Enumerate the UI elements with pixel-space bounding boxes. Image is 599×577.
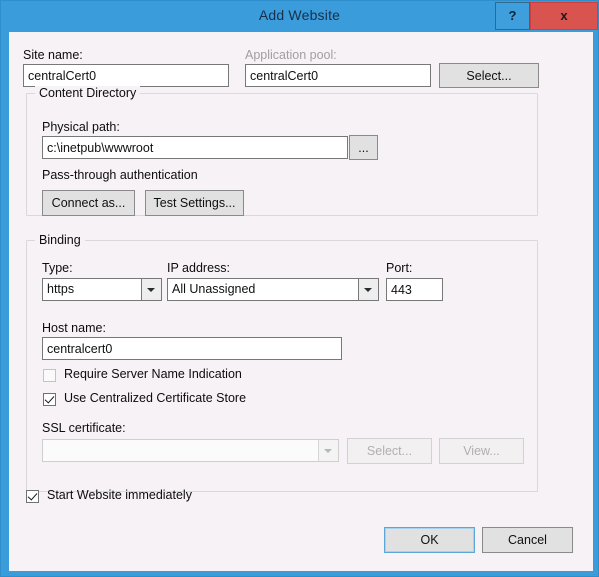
binding-ip-address-combo[interactable]: All Unassigned	[167, 278, 379, 301]
binding-type-value: https	[47, 282, 75, 296]
content-directory-group-title: Content Directory	[35, 86, 141, 100]
ok-button[interactable]: OK	[384, 527, 475, 553]
physical-path-label: Physical path:	[42, 120, 120, 134]
use-centralized-certificate-store-label: Use Centralized Certificate Store	[64, 391, 247, 405]
ssl-certificate-combo[interactable]	[42, 439, 339, 462]
binding-port-label: Port:	[386, 261, 413, 275]
start-website-immediately-label: Start Website immediately	[47, 488, 192, 502]
title-bar: Add Website ? x	[1, 1, 598, 32]
physical-path-input[interactable]	[42, 136, 348, 159]
ssl-certificate-select-button[interactable]: Select...	[347, 438, 432, 464]
help-icon[interactable]: ?	[495, 2, 530, 30]
binding-group-title: Binding	[35, 233, 85, 247]
chevron-down-icon[interactable]	[318, 440, 338, 461]
binding-ip-address-value: All Unassigned	[172, 282, 256, 296]
site-name-input[interactable]	[23, 64, 229, 87]
use-centralized-certificate-store-checkbox[interactable]	[43, 393, 56, 406]
require-sni-checkbox[interactable]	[43, 369, 56, 382]
dialog-body: Site name: Application pool: Select... C…	[9, 32, 593, 571]
binding-type-combo[interactable]: https	[42, 278, 162, 301]
add-website-dialog: Add Website ? x Site name: Application p…	[0, 0, 599, 577]
cancel-button[interactable]: Cancel	[482, 527, 573, 553]
binding-ip-address-label: IP address:	[167, 261, 231, 275]
chevron-down-icon[interactable]	[141, 279, 161, 300]
host-name-input[interactable]	[42, 337, 342, 360]
application-pool-label: Application pool:	[245, 48, 337, 62]
site-name-label: Site name:	[23, 48, 83, 62]
application-pool-input[interactable]	[245, 64, 431, 87]
chevron-down-icon[interactable]	[358, 279, 378, 300]
host-name-label: Host name:	[42, 321, 106, 335]
binding-type-label: Type:	[42, 261, 73, 275]
ssl-certificate-label: SSL certificate:	[42, 421, 126, 435]
connect-as-button[interactable]: Connect as...	[42, 190, 135, 216]
start-website-immediately-checkbox[interactable]	[26, 490, 39, 503]
require-sni-label: Require Server Name Indication	[64, 367, 242, 381]
close-icon[interactable]: x	[530, 2, 598, 30]
application-pool-select-button[interactable]: Select...	[439, 63, 539, 88]
ssl-certificate-view-button[interactable]: View...	[439, 438, 524, 464]
test-settings-button[interactable]: Test Settings...	[145, 190, 244, 216]
physical-path-browse-button[interactable]: ...	[349, 135, 378, 160]
passthrough-authentication-label: Pass-through authentication	[42, 168, 198, 182]
binding-port-input[interactable]	[386, 278, 443, 301]
